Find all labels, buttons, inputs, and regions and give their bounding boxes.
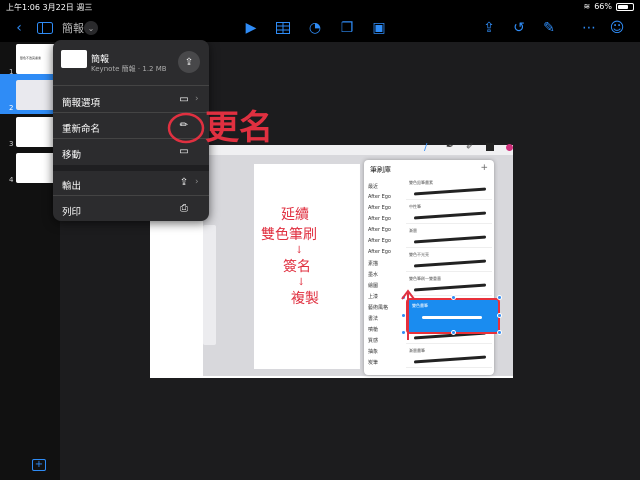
brush-category-label: 最近 [368, 184, 379, 190]
chevron-right-icon: › [195, 177, 199, 187]
collaborate-icon[interactable]: ☺ [606, 17, 628, 39]
brush-stroke-preview [414, 211, 486, 220]
red-arrow-annotation [401, 289, 415, 340]
share-button[interactable]: ⇪ [178, 51, 200, 73]
status-bar: 上午1:06 3月22日 週三 ≋ 66% [0, 0, 640, 14]
brush-stroke-item[interactable]: 雙色不光亮 [406, 250, 492, 272]
brush-category-label: 上漆 [368, 294, 379, 300]
brush-stroke-label: 漸層 [409, 228, 417, 233]
brush-category-label: After Ego [368, 205, 391, 211]
brush-stroke-item[interactable]: 漸層畫筆 [406, 346, 492, 368]
brush-stroke-label: 雙色筆刷—雙重墨 [409, 276, 441, 281]
popover-header: 簡報 Keynote 簡報 · 1.2 MB ⇪ [53, 40, 209, 86]
layers-icon[interactable] [486, 143, 494, 151]
brush-stroke-preview [414, 283, 486, 292]
pen-icon[interactable]: / [424, 142, 427, 153]
brush-category-label: 抽象 [368, 349, 379, 355]
red-circle-annotation [167, 112, 205, 144]
toolbar: ‹ 簡報 ⌄ ▶ ◔ ❐ ▣ ⇪ ↺ ✎ ⋯ ☺ [0, 14, 640, 42]
done-icon[interactable]: ‹ [8, 17, 30, 39]
brush-stroke-preview [414, 355, 486, 364]
play-icon[interactable]: ▶ [240, 17, 262, 39]
smudge-icon[interactable]: ✐ [466, 142, 474, 152]
slide-number-2: 2 [9, 104, 14, 112]
brush-stroke-label: 雙色鉛筆畫素 [409, 180, 433, 185]
brush-category-label: After Ego [368, 238, 391, 244]
selection-handle[interactable] [497, 295, 502, 300]
shape-icon[interactable]: ❐ [336, 17, 358, 39]
sidebar-toggle-icon[interactable] [34, 17, 56, 39]
brush-stroke-item[interactable]: 雙色筆刷—雙重墨 [406, 274, 492, 296]
more-icon[interactable]: ⋯ [578, 17, 600, 39]
selection-handle[interactable] [451, 330, 456, 335]
selected-brush-stroke[interactable]: 雙色畫筆 [406, 298, 500, 334]
folder-icon: ▭ [179, 146, 189, 157]
brush-category-label: 書法 [368, 316, 379, 322]
rename-annotation-text: 更名 [205, 108, 273, 148]
add-brush-icon[interactable]: + [480, 163, 488, 173]
brush-stroke-label: 雙色不光亮 [409, 252, 429, 257]
battery-percent: 66% [594, 2, 612, 11]
pen-tools: / ✒ ✐ [420, 142, 520, 154]
chevron-right-icon: › [195, 94, 199, 104]
document-info: Keynote 簡報 · 1.2 MB [91, 65, 167, 73]
printer-icon: ⎙ [180, 203, 188, 214]
wifi-icon: ≋ [583, 2, 591, 11]
table-icon[interactable] [272, 17, 294, 39]
brush-category-label: 藝術風格 [368, 305, 389, 311]
brush-category-label: After Ego [368, 216, 391, 222]
brush-library-title: 筆刷庫 [370, 166, 391, 174]
media-icon[interactable]: ▣ [368, 17, 390, 39]
selection-handle[interactable] [497, 313, 502, 318]
document-title[interactable]: 簡報 [62, 20, 84, 36]
format-brush-icon[interactable]: ✎ [538, 17, 560, 39]
slide-number-4: 4 [9, 176, 14, 184]
selection-handle[interactable] [451, 295, 456, 300]
brush-icon[interactable]: ✒ [446, 142, 454, 152]
add-slide-button[interactable]: + [32, 459, 46, 471]
slide-number-1: 1 [9, 68, 14, 76]
brush-category-label: 墨水 [368, 272, 379, 278]
presentation-icon: ▭ [179, 94, 189, 105]
brush-category-label: After Ego [368, 194, 391, 200]
share-icon: ⇪ [184, 56, 194, 68]
brush-stroke-preview [414, 259, 486, 268]
brush-category-label: After Ego [368, 227, 391, 233]
brush-category-label: 炭筆 [368, 360, 379, 366]
share-icon[interactable]: ⇪ [478, 17, 500, 39]
export-icon: ⇪ [179, 177, 189, 188]
status-time: 上午1:06 3月22日 週三 [6, 3, 93, 12]
color-icon[interactable] [506, 144, 513, 151]
brush-stroke-item[interactable]: 中性筆 [406, 202, 492, 224]
battery-icon [616, 2, 634, 11]
brush-category-label: 繪圖 [368, 283, 379, 289]
status-right: ≋ 66% [584, 2, 634, 11]
handwriting-notes: 延續 雙色筆刷 ↓ 簽名 ↓ 複製 [261, 207, 319, 307]
brush-category-label: After Ego [368, 249, 391, 255]
brush-stroke-preview [414, 235, 486, 244]
size-slider[interactable] [203, 225, 216, 345]
undo-icon[interactable]: ↺ [508, 17, 530, 39]
document-thumbnail [61, 50, 87, 68]
brush-stroke-preview [414, 187, 486, 196]
chart-icon[interactable]: ◔ [304, 17, 326, 39]
brush-stroke-item[interactable]: 漸層 [406, 226, 492, 248]
selection-handle[interactable] [497, 330, 502, 335]
brush-stroke-item[interactable]: 雙色鉛筆畫素 [406, 178, 492, 200]
slide-number-3: 3 [9, 140, 14, 148]
menu-item-print[interactable]: 列印 ⎙ [53, 197, 209, 222]
brush-category-label: 噴槍 [368, 327, 379, 333]
brush-stroke-label: 漸層畫筆 [409, 348, 425, 353]
menu-item-export[interactable]: 輸出 ⇪ › [53, 171, 209, 196]
brush-category-label: 素描 [368, 261, 379, 267]
brush-category-label: 質感 [368, 338, 379, 344]
brush-library-panel: 筆刷庫 + 最近 After Ego After Ego After Ego After… [364, 160, 494, 375]
slide-thumbnail-text: 雙色不透亮畫素 [20, 56, 42, 60]
brush-stroke-label: 中性筆 [409, 204, 421, 209]
chevron-down-icon[interactable]: ⌄ [84, 21, 98, 35]
